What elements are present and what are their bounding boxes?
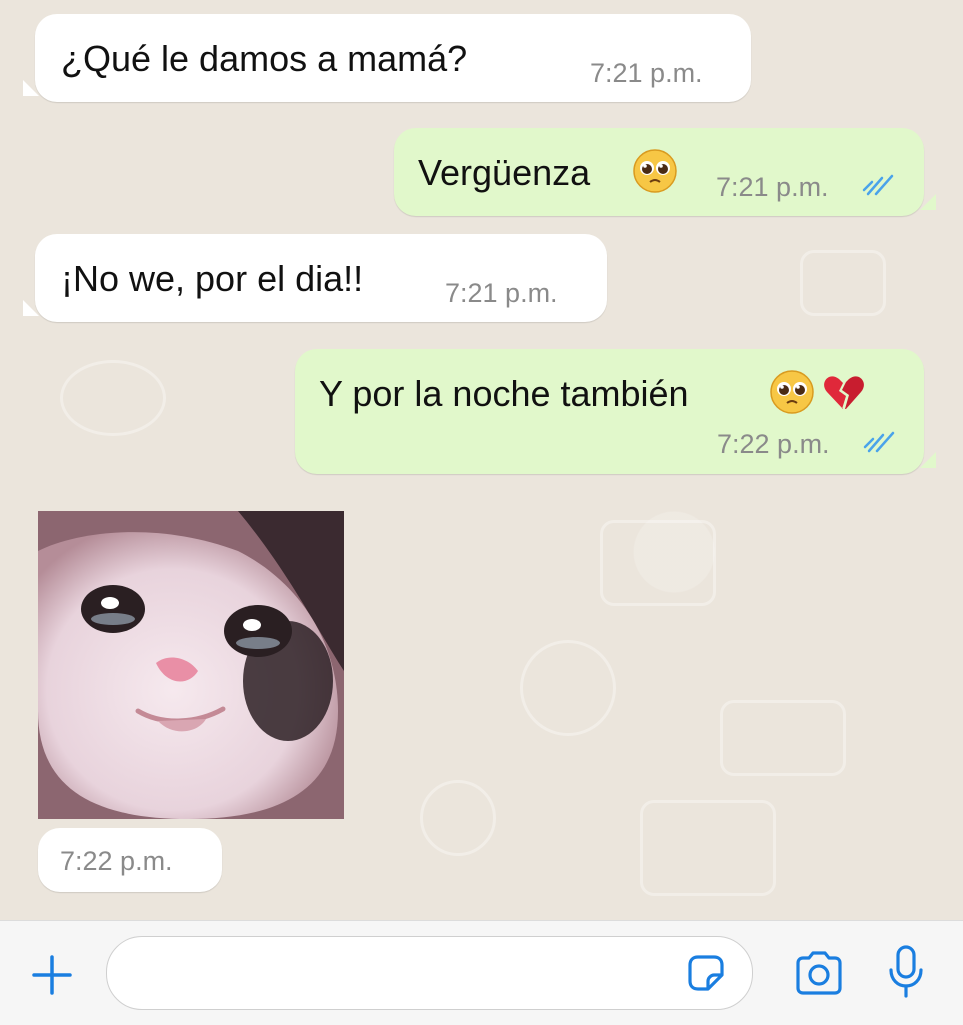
message-time: 7:21 p.m.: [590, 58, 703, 88]
camera-icon[interactable]: [792, 949, 846, 997]
message-text: ¡No we, por el dia!!: [61, 258, 364, 299]
pleading-face-emoji: [633, 149, 677, 193]
read-ticks-icon: [863, 431, 895, 453]
message-time: 7:22 p.m.: [717, 429, 830, 459]
microphone-icon[interactable]: [886, 944, 926, 1000]
bubble-tail: [23, 80, 39, 96]
crying-cat-image[interactable]: [38, 511, 344, 819]
message-text: Y por la noche también: [319, 373, 689, 414]
read-ticks-icon: [862, 174, 894, 196]
message-text: Vergüenza: [418, 152, 591, 193]
crying-cat-illustration: [38, 511, 344, 819]
wallpaper-doodle: [60, 360, 166, 436]
bubble-tail: [920, 452, 936, 468]
broken-heart-emoji: [824, 376, 864, 409]
plus-icon[interactable]: [30, 953, 74, 997]
wallpaper-doodle: [800, 250, 886, 316]
message-input[interactable]: [106, 936, 753, 1010]
wallpaper-doodle: [420, 780, 496, 856]
image-time-bubble: 7:22 p.m.: [38, 828, 222, 892]
pleading-face-emoji: [770, 370, 814, 414]
wallpaper-doodle: [520, 640, 616, 736]
incoming-message[interactable]: ¿Qué le damos a mamá? 7:21 p.m.: [23, 14, 751, 102]
message-time: 7:21 p.m.: [445, 278, 558, 308]
message-time: 7:22 p.m.: [60, 846, 173, 876]
chat-area[interactable]: ¿Qué le damos a mamá? 7:21 p.m. Vergüenz…: [0, 0, 963, 920]
outgoing-message[interactable]: Y por la noche también 7:22 p.m.: [295, 349, 936, 474]
wallpaper-doodle: [720, 700, 846, 776]
message-time: 7:21 p.m.: [716, 172, 829, 202]
bubble-tail: [23, 300, 39, 316]
wallpaper-doodle: [600, 520, 716, 606]
message-text: ¿Qué le damos a mamá?: [61, 38, 468, 79]
incoming-message[interactable]: ¡No we, por el dia!! 7:21 p.m.: [23, 234, 607, 322]
outgoing-message[interactable]: Vergüenza 7:21 p.m.: [394, 128, 936, 216]
wallpaper-doodle: [640, 800, 776, 896]
sticker-icon[interactable]: [684, 951, 728, 995]
bubble-tail: [920, 194, 936, 210]
